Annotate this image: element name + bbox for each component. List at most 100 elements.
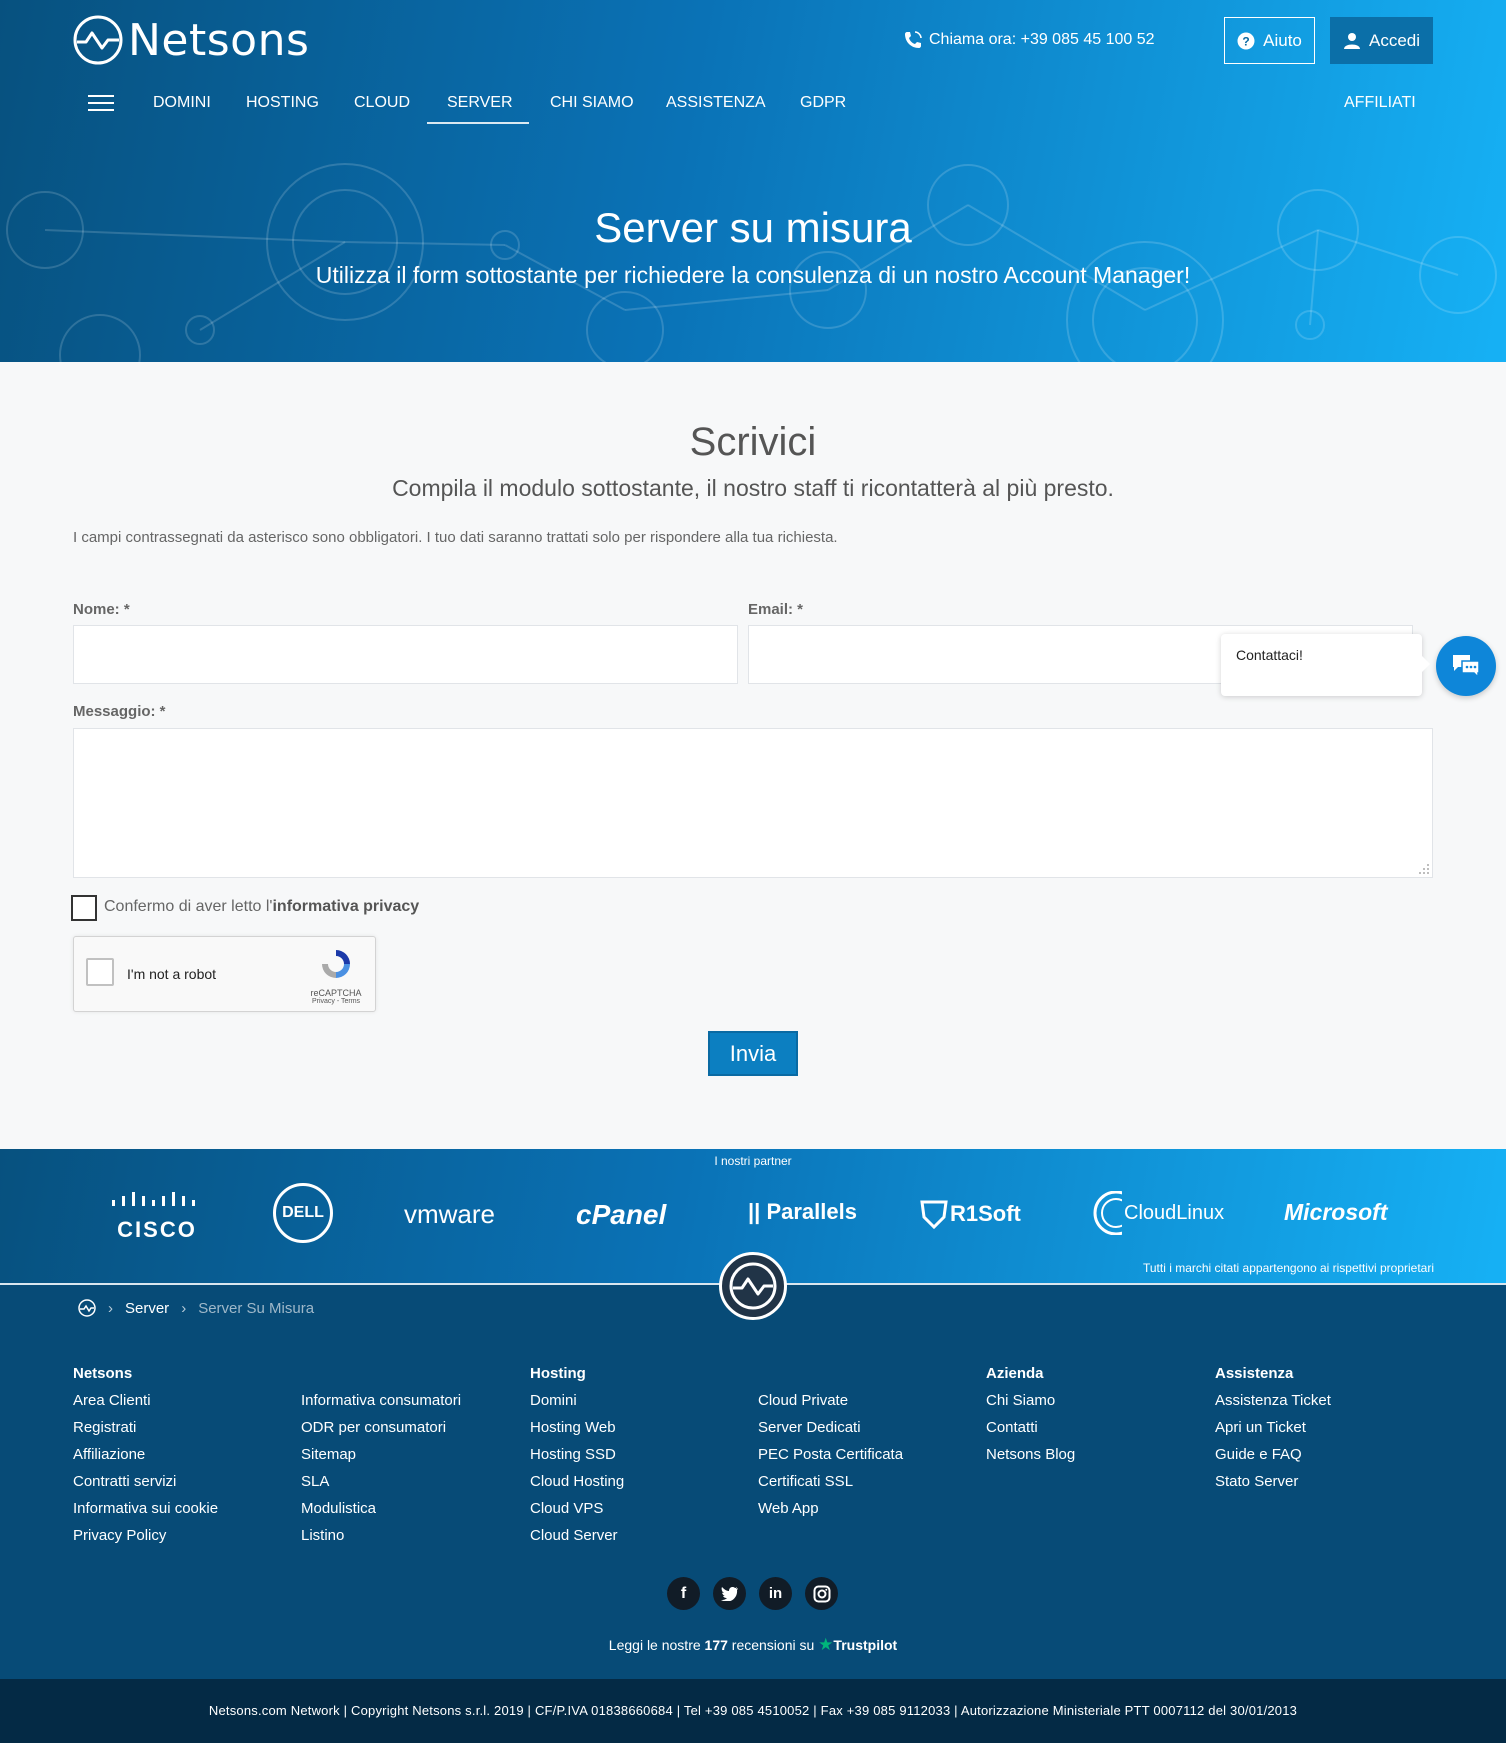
nav-item-chi-siamo[interactable]: CHI SIAMO xyxy=(550,94,634,112)
parallels-text: Parallels xyxy=(766,1199,857,1224)
footer-link-odr[interactable]: ODR per consumatori xyxy=(301,1419,461,1446)
breadcrumb: › Server › Server Su Misura xyxy=(78,1299,314,1317)
footer-link-modulistica[interactable]: Modulistica xyxy=(301,1500,461,1527)
partner-logo-cloudlinux[interactable]: CloudLinux xyxy=(1092,1191,1224,1235)
partner-logo-cisco[interactable]: CISCO xyxy=(108,1189,206,1243)
recaptcha-label: I'm not a robot xyxy=(127,966,217,982)
name-input[interactable] xyxy=(73,625,738,684)
partner-logo-vmware[interactable]: vmware xyxy=(404,1199,495,1230)
trustpilot-star-icon: ★ xyxy=(818,1635,834,1654)
phone-icon xyxy=(905,31,922,48)
facebook-icon[interactable]: f xyxy=(667,1577,700,1610)
footer-link-privacy[interactable]: Privacy Policy xyxy=(73,1527,218,1554)
nav-item-cloud[interactable]: CLOUD xyxy=(354,94,410,112)
message-textarea[interactable] xyxy=(73,728,1433,878)
footer-col-heading xyxy=(301,1365,461,1383)
footer-col-heading xyxy=(758,1365,903,1383)
footer-link-ssl[interactable]: Certificati SSL xyxy=(758,1473,903,1500)
footer-link-cloud-private[interactable]: Cloud Private xyxy=(758,1392,903,1419)
footer-link-domini[interactable]: Domini xyxy=(530,1392,624,1419)
breadcrumb-item-server[interactable]: Server xyxy=(125,1300,169,1317)
login-button[interactable]: Accedi xyxy=(1330,17,1433,64)
privacy-policy-link[interactable]: informativa privacy xyxy=(272,898,419,915)
cloudlinux-swirl-icon xyxy=(1093,1191,1122,1235)
footer-link-server-dedicati[interactable]: Server Dedicati xyxy=(758,1419,903,1446)
recaptcha-links[interactable]: Privacy - Terms xyxy=(304,998,368,1005)
recaptcha-checkbox[interactable] xyxy=(86,958,114,986)
recaptcha-name: reCAPTCHA xyxy=(310,988,362,998)
footer-link-sla[interactable]: SLA xyxy=(301,1473,461,1500)
instagram-icon[interactable] xyxy=(805,1577,838,1610)
nav-item-assistenza[interactable]: ASSISTENZA xyxy=(666,94,766,112)
twitter-icon[interactable] xyxy=(713,1577,746,1610)
hamburger-menu-icon[interactable] xyxy=(88,95,114,113)
footer-link-apri-ticket[interactable]: Apri un Ticket xyxy=(1215,1419,1331,1446)
footer-link-hosting-web[interactable]: Hosting Web xyxy=(530,1419,624,1446)
submit-button[interactable]: Invia xyxy=(708,1031,798,1076)
nav-item-gdpr[interactable]: GDPR xyxy=(800,94,846,112)
help-button[interactable]: ? Aiuto xyxy=(1224,17,1315,64)
footer-link-stato-server[interactable]: Stato Server xyxy=(1215,1473,1331,1500)
footer-link-informativa[interactable]: Informativa consumatori xyxy=(301,1392,461,1419)
nav-item-domini[interactable]: DOMINI xyxy=(153,94,211,112)
trust-count: 177 xyxy=(704,1637,728,1653)
footer-link-sitemap[interactable]: Sitemap xyxy=(301,1446,461,1473)
footer-link-guide-faq[interactable]: Guide e FAQ xyxy=(1215,1446,1331,1473)
footer-col-heading: Hosting xyxy=(530,1365,586,1382)
copyright-bar: Netsons.com Network | Copyright Netsons … xyxy=(0,1679,1506,1743)
trust-brand: Trustpilot xyxy=(833,1637,898,1653)
footer-link-contatti[interactable]: Contatti xyxy=(986,1419,1075,1446)
social-links: f in xyxy=(667,1577,838,1610)
help-label: Aiuto xyxy=(1263,30,1302,50)
partner-logo-cpanel[interactable]: cPanel xyxy=(576,1199,666,1231)
phone-link[interactable]: Chiama ora: +39 085 45 100 52 xyxy=(903,30,1155,50)
footer-link-pec[interactable]: PEC Posta Certificata xyxy=(758,1446,903,1473)
email-label: Email: * xyxy=(748,601,804,618)
partner-logo-parallels[interactable]: || Parallels xyxy=(748,1199,857,1225)
footer-link-cookie[interactable]: Informativa sui cookie xyxy=(73,1500,218,1527)
partner-logo-r1soft[interactable]: R1Soft xyxy=(920,1199,1021,1229)
netsons-logo[interactable]: Netsons xyxy=(72,14,309,66)
partners-title: I nostri partner xyxy=(714,1154,792,1168)
footer-col-azienda: Azienda Chi Siamo Contatti Netsons Blog xyxy=(986,1365,1075,1473)
footer-link-assistenza-ticket[interactable]: Assistenza Ticket xyxy=(1215,1392,1331,1419)
trust-prefix: Leggi le nostre xyxy=(608,1637,701,1653)
footer-link-cloud-hosting[interactable]: Cloud Hosting xyxy=(530,1473,624,1500)
footer-link-chi-siamo[interactable]: Chi Siamo xyxy=(986,1392,1075,1419)
footer-link-registrati[interactable]: Registrati xyxy=(73,1419,218,1446)
nav-item-server[interactable]: SERVER xyxy=(447,94,513,112)
footer-col-heading: Assistenza xyxy=(1215,1365,1294,1382)
message-label: Messaggio: * xyxy=(73,703,166,720)
partner-logo-microsoft[interactable]: Microsoft xyxy=(1284,1199,1388,1226)
phone-text: Chiama ora: +39 085 45 100 52 xyxy=(929,31,1155,48)
r1soft-text: R1Soft xyxy=(950,1201,1021,1226)
footer-link-listino[interactable]: Listino xyxy=(301,1527,461,1554)
partner-logo-dell[interactable]: DELL xyxy=(273,1183,333,1243)
name-label: Nome: * xyxy=(73,601,130,618)
nav-item-affiliati[interactable]: AFFILIATI xyxy=(1344,94,1416,112)
resize-handle-icon[interactable] xyxy=(1418,863,1430,875)
cisco-text: CISCO xyxy=(117,1217,197,1242)
nav-item-hosting[interactable]: HOSTING xyxy=(246,94,319,112)
footer-link-contratti[interactable]: Contratti servizi xyxy=(73,1473,218,1500)
home-icon[interactable] xyxy=(78,1299,96,1317)
footer-link-web-app[interactable]: Web App xyxy=(758,1500,903,1527)
footer-link-cloud-vps[interactable]: Cloud VPS xyxy=(530,1500,624,1527)
cloudlinux-text: CloudLinux xyxy=(1124,1201,1225,1224)
linkedin-icon[interactable]: in xyxy=(759,1577,792,1610)
footer-link-cloud-server[interactable]: Cloud Server xyxy=(530,1527,624,1554)
hero-title: Server su misura xyxy=(594,204,912,251)
footer-link-area-clienti[interactable]: Area Clienti xyxy=(73,1392,218,1419)
footer-logo-badge[interactable] xyxy=(719,1252,787,1320)
footer-link-blog[interactable]: Netsons Blog xyxy=(986,1446,1075,1473)
privacy-checkbox[interactable] xyxy=(71,895,97,921)
chat-popup[interactable]: Contattaci! xyxy=(1221,634,1430,696)
netsons-mark-icon xyxy=(729,1262,777,1310)
trustpilot-line[interactable]: Leggi le nostre 177 recensioni su ★Trust… xyxy=(0,1635,1506,1655)
hero-subtitle: Utilizza il form sottostante per richied… xyxy=(315,262,1191,288)
form-subtitle: Compila il modulo sottostante, il nostro… xyxy=(392,475,1114,501)
footer-link-hosting-ssd[interactable]: Hosting SSD xyxy=(530,1446,624,1473)
chat-button[interactable] xyxy=(1436,636,1496,696)
chevron-right-icon: › xyxy=(108,1299,113,1317)
footer-link-affiliazione[interactable]: Affiliazione xyxy=(73,1446,218,1473)
